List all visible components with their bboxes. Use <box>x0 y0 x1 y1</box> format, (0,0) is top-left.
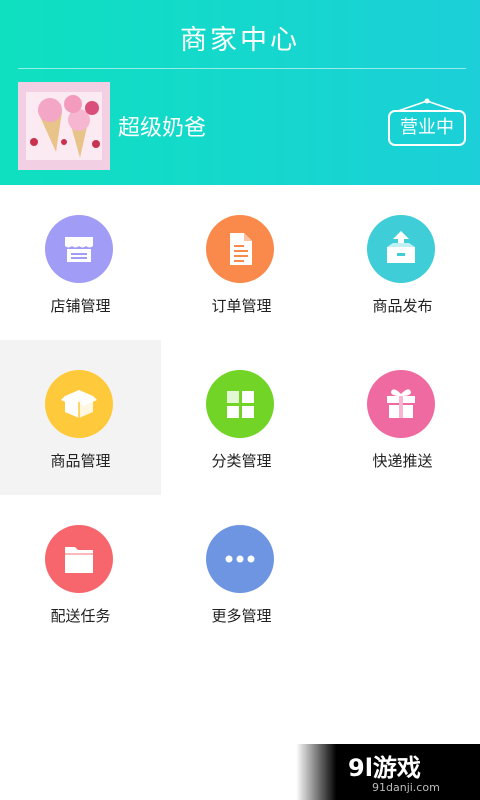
storefront-icon <box>45 215 113 283</box>
watermark-domain: 91danji.com <box>372 781 440 794</box>
status-button[interactable]: 营业中 <box>388 110 466 146</box>
menu-item-label: 配送任务 <box>50 607 111 625</box>
menu-item-product-publish[interactable]: 商品发布 <box>322 185 480 340</box>
watermark-brand: 9l游戏 <box>348 754 421 782</box>
document-icon <box>206 215 274 283</box>
header-divider <box>18 68 466 69</box>
menu-item-label: 店铺管理 <box>50 297 111 315</box>
more-icon <box>206 525 274 593</box>
username: 超级奶爸 <box>118 116 207 141</box>
watermark: 9l游戏 91danji.com <box>296 744 480 800</box>
menu-item-store-management[interactable]: 店铺管理 <box>0 185 161 340</box>
menu-item-product-management[interactable]: 商品管理 <box>0 340 161 495</box>
menu-item-label: 商品管理 <box>50 452 111 470</box>
status-sign[interactable]: 营业中 <box>388 98 466 146</box>
package-box-icon <box>45 370 113 438</box>
grid-icon <box>206 370 274 438</box>
menu-item-label: 快递推送 <box>372 452 433 470</box>
header-bar: 商家中心 超级奶爸 营业中 <box>0 0 480 185</box>
menu-item-more-management[interactable]: 更多管理 <box>161 495 322 650</box>
avatar[interactable] <box>18 82 110 170</box>
page-title: 商家中心 <box>180 25 300 56</box>
menu-item-label: 更多管理 <box>211 607 272 625</box>
upload-box-icon <box>367 215 435 283</box>
folder-icon <box>45 525 113 593</box>
gift-box-icon <box>367 370 435 438</box>
menu-item-delivery-tasks[interactable]: 配送任务 <box>0 495 161 650</box>
menu-item-category-management[interactable]: 分类管理 <box>161 340 322 495</box>
menu-item-express-push[interactable]: 快递推送 <box>322 340 480 495</box>
menu-item-label: 商品发布 <box>372 297 433 315</box>
menu-item-label: 分类管理 <box>211 452 272 470</box>
menu-item-label: 订单管理 <box>211 297 272 315</box>
menu-item-order-management[interactable]: 订单管理 <box>161 185 322 340</box>
